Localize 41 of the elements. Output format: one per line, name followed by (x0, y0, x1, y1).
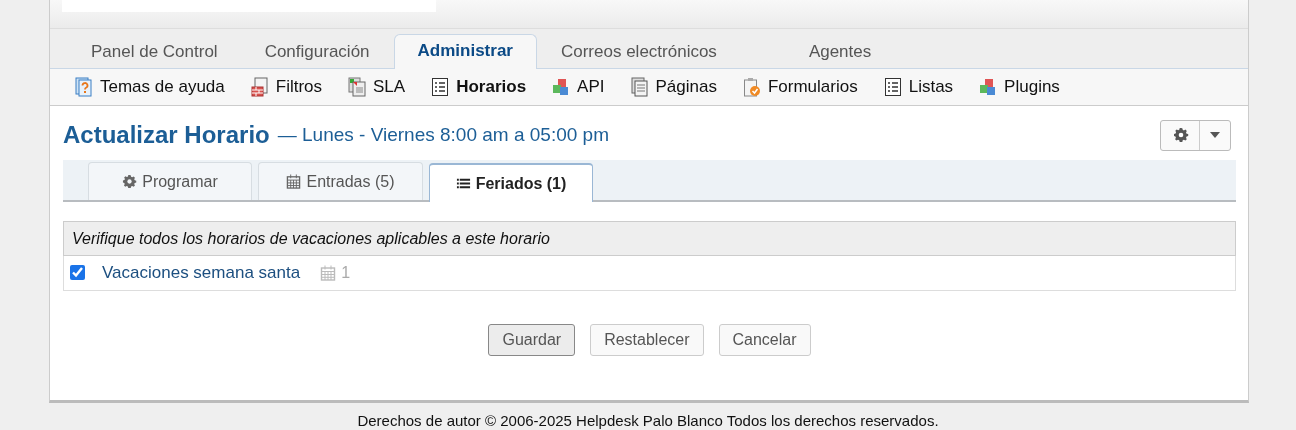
tab[interactable]: Entradas (5) (258, 162, 423, 200)
help-document-icon (74, 77, 94, 97)
clipboard-check-icon (741, 77, 762, 97)
form-button[interactable]: Guardar (488, 324, 576, 356)
settings-icon (1173, 127, 1189, 143)
checklist-icon (882, 77, 903, 97)
nav-tab[interactable]: Panel de Control (68, 36, 241, 68)
calendar-icon (320, 264, 337, 281)
documents-icon (347, 77, 368, 97)
tab[interactable]: Programar (88, 162, 252, 200)
subnav-link[interactable]: Páginas (629, 77, 717, 97)
subnav-link[interactable]: Formularios (741, 77, 858, 97)
subnav-link[interactable]: Listas (882, 77, 954, 97)
holiday-schedule-link[interactable]: Vacaciones semana santa (102, 262, 301, 283)
schedule-subtitle: — Lunes - Viernes 8:00 am a 05:00 pm (277, 124, 609, 146)
table-header: Verifique todos los horarios de vacaciones aplicables a este horario (63, 221, 1236, 256)
nav-tab[interactable]: Correos electrónicos (537, 36, 785, 68)
caret-icon (1210, 132, 1220, 138)
document-icon (629, 77, 650, 97)
checkbox[interactable] (70, 265, 85, 280)
subnav-link[interactable]: API (551, 77, 605, 97)
list-icon (455, 176, 471, 191)
tab[interactable]: Feriados (1) (429, 163, 593, 202)
subnav-link[interactable]: SLA (347, 77, 406, 97)
form-button[interactable]: Restablecer (590, 324, 704, 356)
subnav-link[interactable]: Horarios (430, 77, 527, 97)
nav-tab[interactable]: Agentes (785, 36, 895, 68)
entry-count: 1 (341, 263, 351, 282)
checklist-icon (430, 77, 451, 97)
subnav-link[interactable]: Temas de ayuda (74, 77, 225, 97)
document-brick-icon (249, 77, 270, 97)
nav-tab[interactable]: Administrar (393, 34, 537, 69)
subnav-link[interactable]: Plugins (978, 77, 1060, 97)
form-button[interactable]: Cancelar (718, 324, 811, 356)
settings-icon (122, 174, 138, 189)
settings-dropdown-button[interactable] (1160, 119, 1231, 151)
subnav-link[interactable]: Filtros (249, 77, 323, 97)
calendar-icon (286, 174, 302, 189)
page-title: Actualizar Horario (63, 121, 270, 149)
nav-tab[interactable]: Configuración (241, 36, 393, 68)
copyright-text: Derechos de autor © 2006-2025 Helpdesk Palo Blanco Todos los derechos reservados. (356, 412, 940, 429)
